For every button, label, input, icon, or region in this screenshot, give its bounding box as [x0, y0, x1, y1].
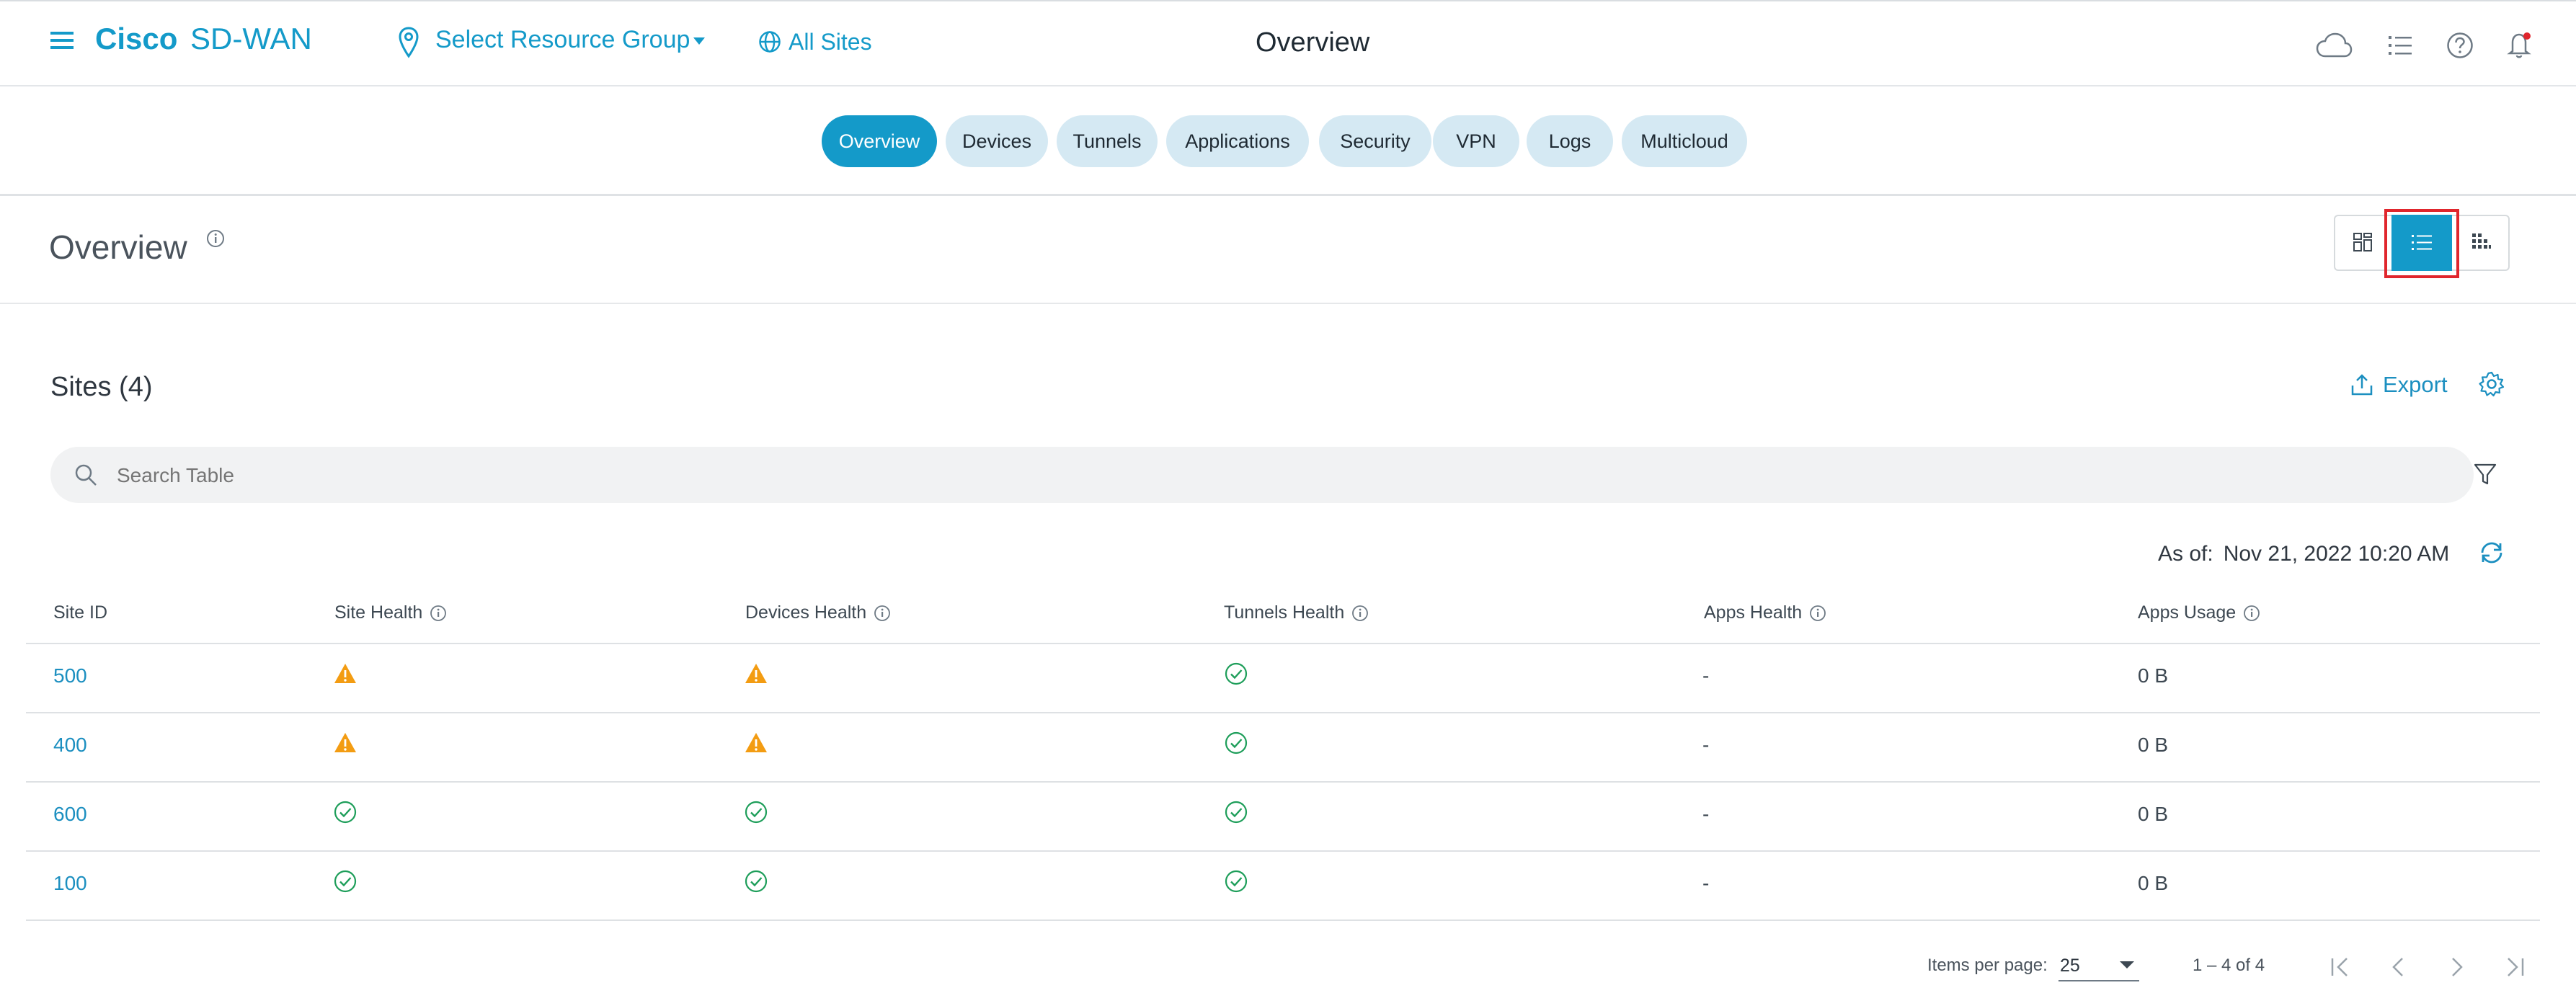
status-good-icon [744, 800, 768, 824]
apps-health-value: - [1702, 734, 1709, 757]
row-divider [26, 919, 2540, 921]
export-button[interactable]: Export [2350, 372, 2448, 398]
tab-applications[interactable]: Applications [1166, 115, 1309, 167]
grid-view-icon[interactable] [2347, 226, 2379, 258]
column-header-site-health[interactable]: Site Health [334, 602, 447, 623]
info-icon[interactable] [1809, 605, 1826, 622]
brand-logo[interactable]: Cisco SD-WAN [95, 22, 312, 56]
site-id-link[interactable]: 100 [53, 872, 87, 895]
tab-devices[interactable]: Devices [946, 115, 1048, 167]
column-label: Tunnels Health [1224, 602, 1344, 623]
next-page-icon[interactable] [2442, 953, 2471, 981]
status-warning-icon [744, 662, 768, 686]
export-icon [2350, 373, 2374, 397]
row-divider [26, 712, 2540, 713]
section-divider [0, 303, 2576, 304]
all-sites-link[interactable]: All Sites [789, 29, 872, 55]
column-header-apps-health[interactable]: Apps Health [1704, 602, 1826, 623]
apps-usage-value: 0 B [2138, 803, 2168, 826]
apps-health-value: - [1702, 872, 1709, 895]
search-icon [74, 463, 98, 487]
status-good-icon [333, 800, 357, 824]
tab-overview[interactable]: Overview [822, 115, 937, 167]
apps-usage-value: 0 B [2138, 664, 2168, 687]
caret-down-icon [2119, 960, 2135, 970]
status-good-icon [1224, 800, 1248, 824]
help-icon[interactable] [2446, 32, 2474, 59]
settings-gear-icon[interactable] [2478, 370, 2505, 398]
column-label: Apps Health [1704, 602, 1802, 623]
site-id-link[interactable]: 500 [53, 664, 87, 687]
tab-vpn[interactable]: VPN [1433, 115, 1519, 167]
apps-health-value: - [1702, 664, 1709, 687]
resource-group-selector[interactable]: Select Resource Group [435, 26, 706, 54]
tile-view-icon[interactable] [2465, 228, 2497, 257]
tab-multicloud[interactable]: Multicloud [1622, 115, 1747, 167]
apps-health-value: - [1702, 803, 1709, 826]
brand-name-product: SD-WAN [190, 22, 312, 55]
tab-logs[interactable]: Logs [1527, 115, 1613, 167]
items-per-page-select[interactable]: 25 [2058, 950, 2139, 981]
site-id-link[interactable]: 600 [53, 803, 87, 826]
column-label: Devices Health [745, 602, 866, 623]
column-header-tunnels-health[interactable]: Tunnels Health [1224, 602, 1369, 623]
column-header-site-id[interactable]: Site ID [53, 602, 107, 623]
brand-name-bold: Cisco [95, 22, 177, 55]
task-list-icon[interactable] [2387, 33, 2413, 58]
column-header-apps-usage[interactable]: Apps Usage [2138, 602, 2260, 623]
section-title: Overview [49, 228, 187, 267]
tab-tunnels[interactable]: Tunnels [1057, 115, 1158, 167]
items-per-page-value: 25 [2060, 956, 2080, 976]
items-per-page-label: Items per page: [1927, 956, 2048, 976]
search-input[interactable] [115, 457, 2425, 494]
info-icon[interactable] [1351, 605, 1369, 622]
header-divider [26, 643, 2540, 644]
info-icon[interactable] [874, 605, 891, 622]
location-pin-icon [398, 26, 419, 59]
status-warning-icon [333, 731, 357, 755]
first-page-icon[interactable] [2327, 953, 2355, 981]
notification-bell-icon[interactable] [2507, 30, 2533, 59]
info-icon[interactable] [430, 605, 447, 622]
pagination-range: 1 – 4 of 4 [2193, 956, 2265, 976]
globe-icon [758, 30, 781, 53]
info-icon[interactable] [206, 229, 225, 248]
filter-icon[interactable] [2472, 461, 2498, 487]
export-label: Export [2383, 372, 2448, 398]
apps-usage-value: 0 B [2138, 734, 2168, 757]
cloud-icon[interactable] [2315, 32, 2353, 59]
status-good-icon [1224, 731, 1248, 755]
refresh-icon[interactable] [2478, 539, 2505, 566]
page-title: Overview [1256, 27, 1369, 58]
apps-usage-value: 0 B [2138, 872, 2168, 895]
status-warning-icon [744, 731, 768, 755]
status-good-icon [1224, 662, 1248, 686]
status-warning-icon [333, 662, 357, 686]
hamburger-menu-icon[interactable] [49, 29, 75, 52]
column-label: Site Health [334, 602, 422, 623]
status-good-icon [744, 869, 768, 894]
as-of-label: As of: [2158, 542, 2213, 566]
sites-title: Sites (4) [50, 372, 152, 403]
as-of-timestamp: As of: Nov 21, 2022 10:20 AM [2158, 542, 2449, 566]
caret-down-icon [693, 35, 706, 45]
column-label: Site ID [53, 602, 107, 623]
info-icon[interactable] [2243, 605, 2260, 622]
row-divider [26, 781, 2540, 783]
tab-security[interactable]: Security [1319, 115, 1431, 167]
status-good-icon [1224, 869, 1248, 894]
row-divider [26, 850, 2540, 852]
column-label: Apps Usage [2138, 602, 2236, 623]
resource-group-label: Select Resource Group [435, 26, 690, 54]
previous-page-icon[interactable] [2384, 953, 2413, 981]
last-page-icon[interactable] [2500, 953, 2528, 981]
as-of-value: Nov 21, 2022 10:20 AM [2224, 542, 2450, 566]
status-good-icon [333, 869, 357, 894]
site-id-link[interactable]: 400 [53, 734, 87, 757]
highlight-box [2384, 209, 2459, 278]
column-header-devices-health[interactable]: Devices Health [745, 602, 891, 623]
